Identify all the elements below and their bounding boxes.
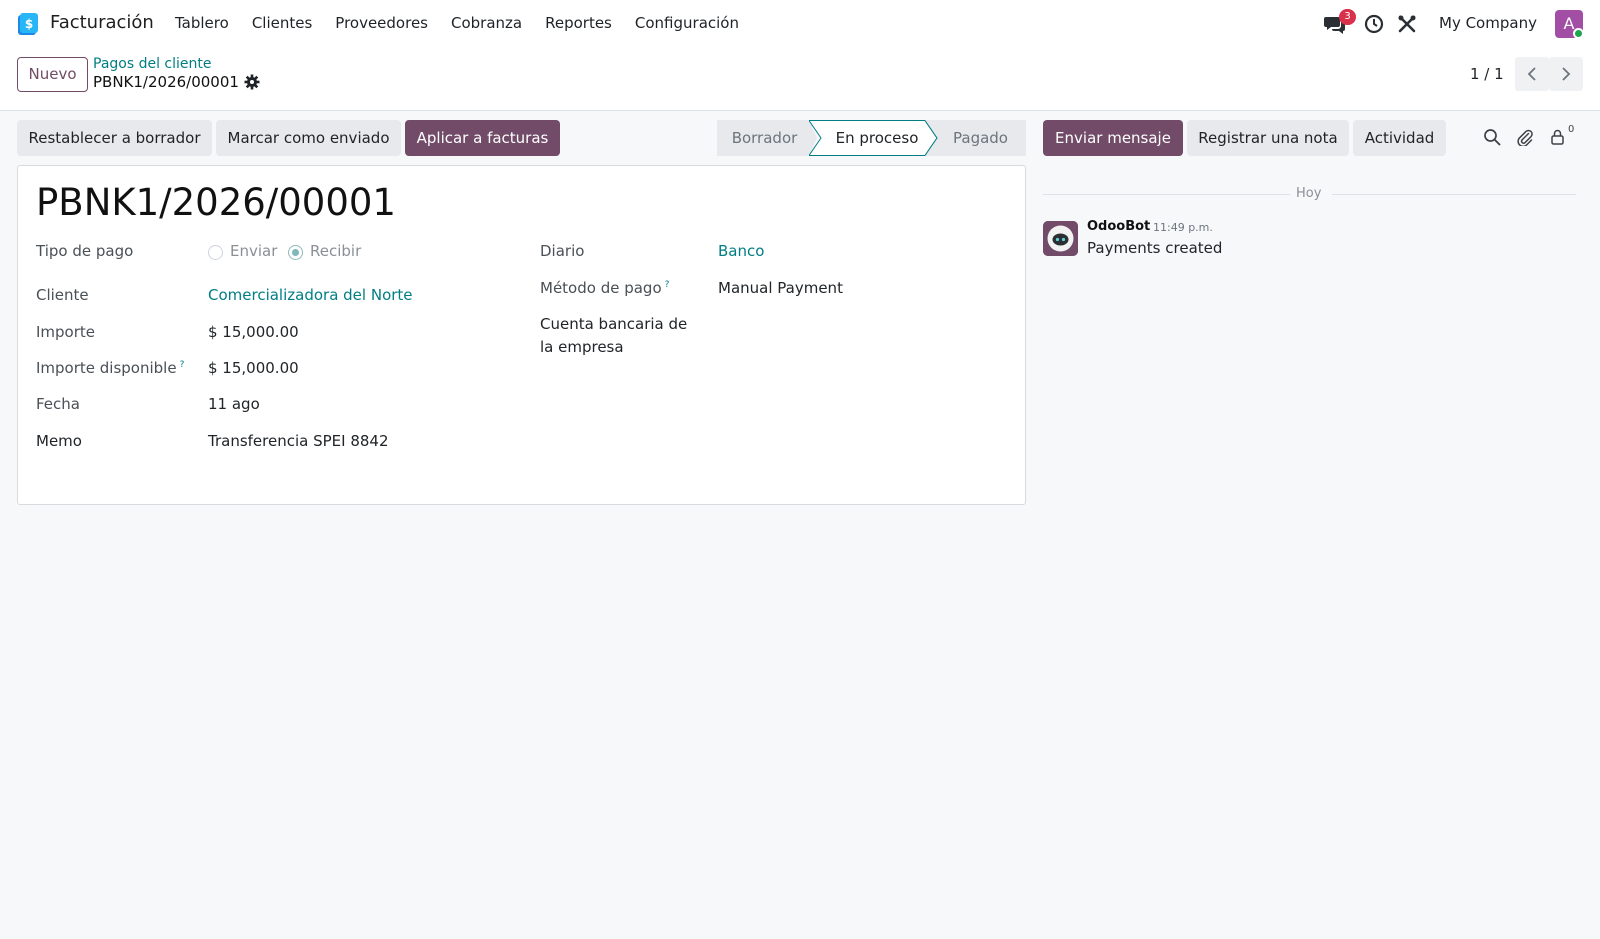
amount-label: Importe [36,323,96,341]
menu-item-proveedores[interactable]: Proveedores [335,14,428,32]
available-amount-field: $ 15,000.00 [208,359,299,377]
payment-type-label: Tipo de pago [36,242,134,260]
menu-item-clientes[interactable]: Clientes [252,14,312,32]
user-online-status [1573,28,1584,39]
gear-icon[interactable] [244,74,260,90]
payment-type-recibir-radio[interactable] [288,245,303,260]
stage-borrador[interactable]: Borrador [717,120,812,156]
date-field[interactable]: 11 ago [208,395,260,413]
debug-tools-icon[interactable] [1397,14,1417,34]
menu-item-reportes[interactable]: Reportes [545,14,612,32]
breadcrumb-current: PBNK1/2026/00001 [93,73,239,91]
app-name[interactable]: Facturación [50,12,154,33]
odoobot-avatar [1043,221,1078,256]
followers-count: 0 [1568,124,1575,135]
odoobot-face-icon [1043,221,1078,256]
search-icon[interactable] [1483,128,1501,146]
payment-method-label: Método de pago? [540,279,669,297]
date-separator-line-right [1332,194,1576,195]
payment-type-recibir-label[interactable]: Recibir [310,242,361,260]
svg-text:$: $ [25,17,33,31]
help-tooltip-icon[interactable]: ? [180,360,185,370]
payment-method-field[interactable]: Manual Payment [718,279,843,297]
date-separator-line-left [1043,194,1290,195]
send-message-button[interactable]: Enviar mensaje [1043,120,1183,156]
date-separator-label: Hoy [1296,186,1322,201]
company-bank-label-line2: la empresa [540,338,624,356]
journal-label: Diario [540,242,585,260]
company-switcher[interactable]: My Company [1439,14,1537,32]
customer-label: Cliente [36,286,89,304]
breadcrumb-parent[interactable]: Pagos del cliente [93,56,212,72]
log-note-button[interactable]: Registrar una nota [1187,120,1349,156]
pager-value[interactable]: 1 / 1 [1470,65,1504,83]
message-time: 11:49 p.m. [1153,221,1213,234]
stage-en-proceso[interactable]: En proceso [817,120,937,156]
available-amount-label-text: Importe disponible [36,359,177,377]
record-title: PBNK1/2026/00001 [36,181,396,224]
activity-clock-icon[interactable] [1364,14,1384,34]
message-author[interactable]: OdooBot [1087,219,1150,234]
menu-item-configuracion[interactable]: Configuración [635,14,739,32]
company-bank-label-line1: Cuenta bancaria de [540,315,688,333]
mark-as-sent-button[interactable]: Marcar como enviado [216,120,401,156]
help-tooltip-icon[interactable]: ? [665,280,670,290]
amount-field[interactable]: $ 15,000.00 [208,323,299,341]
followers-lock-icon[interactable] [1549,128,1567,146]
customer-field[interactable]: Comercializadora del Norte [208,286,413,304]
menu-item-cobranza[interactable]: Cobranza [451,14,522,32]
main-menu: Tablero Clientes Proveedores Cobranza Re… [175,14,762,32]
message-body: Payments created [1087,239,1223,257]
payment-method-label-text: Método de pago [540,279,662,297]
apply-to-invoices-button[interactable]: Aplicar a facturas [405,120,560,156]
chevron-left-icon [1527,67,1536,81]
top-navbar: $ Facturación Tablero Clientes Proveedor… [0,0,1600,47]
activity-button[interactable]: Actividad [1353,120,1446,156]
paperclip-icon[interactable] [1516,128,1534,146]
payment-type-enviar-radio[interactable] [208,245,223,260]
memo-label: Memo [36,432,82,450]
memo-field[interactable]: Transferencia SPEI 8842 [208,432,389,450]
form-sheet: PBNK1/2026/00001 Tipo de pago Enviar Rec… [17,165,1026,505]
chevron-right-icon [1562,67,1571,81]
pager-next-button[interactable] [1549,57,1583,91]
pager-previous-button[interactable] [1515,57,1549,91]
control-panel: Nuevo Pagos del cliente PBNK1/2026/00001… [0,47,1600,111]
journal-field[interactable]: Banco [718,242,764,260]
payment-type-enviar-label[interactable]: Enviar [230,242,277,260]
date-label: Fecha [36,395,80,413]
available-amount-label: Importe disponible? [36,359,184,377]
messaging-badge: 3 [1339,9,1356,25]
reset-to-draft-button[interactable]: Restablecer a borrador [17,120,212,156]
status-bar: Borrador Pagado En proceso [717,120,1026,156]
new-button[interactable]: Nuevo [17,57,88,92]
invoicing-app-icon[interactable]: $ [16,12,40,36]
menu-item-tablero[interactable]: Tablero [175,14,229,32]
